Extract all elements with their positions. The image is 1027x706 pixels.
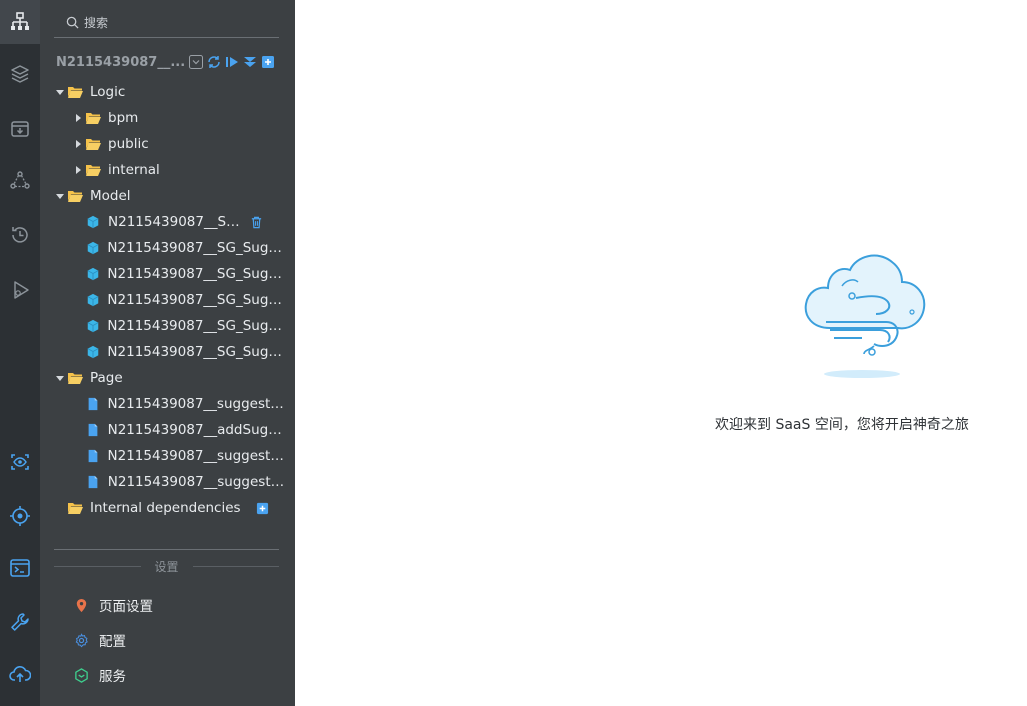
folder-open-icon [84,110,102,126]
play-icon[interactable] [224,54,240,70]
add-icon[interactable] [260,54,276,70]
tree-folder-model[interactable]: Model [54,184,131,208]
tree-label: internal [108,162,160,178]
location-pin-icon [76,598,87,612]
service-cube-icon [75,667,88,683]
tree-folder-internal-dependencies[interactable]: Internal dependencies [66,496,276,520]
setting-label: 服务 [99,669,126,685]
tree-item-model[interactable]: N2115439087__SG_Sugg... [84,236,284,260]
divider [54,549,279,550]
refresh-icon[interactable] [206,54,222,70]
tree-label: public [108,136,149,152]
setting-label: 页面设置 [99,599,153,615]
tree-label: N2115439087__SG_Sugg... [107,318,284,334]
tree-label: bpm [108,110,139,126]
tree-label: Logic [90,84,126,100]
caret-down-icon [54,192,66,200]
cube-icon [84,344,101,360]
tree-folder-bpm[interactable]: bpm [72,106,138,130]
tree-folder-internal[interactable]: internal [72,158,160,182]
debug-run-icon[interactable] [0,268,40,312]
settings-section-title: 设置 [54,556,280,576]
folder-open-icon [66,370,84,386]
archive-download-icon[interactable] [0,107,40,151]
dropdown-icon[interactable] [188,54,204,70]
cube-icon [84,292,101,308]
search-icon [66,16,79,29]
cube-icon [84,266,101,282]
tree-label: N2115439087__addSugges [107,422,288,438]
settings-title: 设置 [154,559,179,574]
welcome-message: 欢迎来到 SaaS 空间，您将开启神奇之旅 [715,417,969,433]
locate-icon[interactable] [0,494,40,538]
caret-right-icon [72,166,84,174]
folder-open-icon [84,162,102,178]
collapse-all-icon[interactable] [242,54,258,70]
setting-service[interactable]: 服务 [74,663,126,687]
tree-label: Model [90,188,131,204]
icon-rail [0,0,40,706]
tree-item-model[interactable]: N2115439087__SG_Sugg... [84,340,284,364]
project-header: N2115439087__... [56,52,278,72]
tree-label: N2115439087__SG_Sugg... [107,240,284,256]
tree-label: N2115439087__SG_Sugg... [107,266,284,282]
caret-down-icon [54,88,66,96]
tree-label: N2115439087__SG... [108,214,248,230]
gear-icon [75,632,88,647]
tree-label: N2115439087__SG_Sugg... [107,344,284,360]
cube-icon [84,214,102,230]
explorer-panel: N2115439087__... Logic bpm [40,0,337,706]
tree-folder-public[interactable]: public [72,132,149,156]
tree-item-page[interactable]: N2115439087__suggestH... [84,444,288,468]
project-name: N2115439087__... [56,54,184,70]
file-icon [84,448,102,464]
tree-label: N2115439087__suggestList [107,396,288,412]
file-icon [84,474,102,490]
tree-item-model[interactable]: N2115439087__SG_Sugg... [84,314,284,338]
folder-open-icon [66,188,84,204]
setting-page-settings[interactable]: 页面设置 [74,593,153,617]
tree-folder-logic[interactable]: Logic [54,80,125,104]
tree-item-model[interactable]: N2115439087__SG_Sugg... [84,288,284,312]
preview-eye-icon[interactable] [0,440,40,484]
add-icon[interactable] [254,500,270,516]
trash-icon[interactable] [248,214,264,230]
folder-open-icon [84,136,102,152]
tree-item-model[interactable]: N2115439087__SG... [84,210,284,234]
tree-item-page[interactable]: N2115439087__suggestList [84,392,288,416]
tree-item-page[interactable]: N2115439087__suggestT... [84,470,288,494]
file-icon [84,422,102,438]
layers-icon[interactable] [0,52,40,96]
setting-label: 配置 [99,634,126,650]
cloud-illustration [804,254,926,378]
wrench-icon[interactable] [0,600,40,644]
cube-icon [84,240,101,256]
tree-folder-page[interactable]: Page [54,366,123,390]
main-canvas: 欢迎来到 SaaS 空间，您将开启神奇之旅 [295,0,1027,706]
tree-item-page[interactable]: N2115439087__addSugges [84,418,288,442]
folder-open-icon [66,500,84,516]
tree-item-model[interactable]: N2115439087__SG_Sugg... [84,262,284,286]
folder-open-icon [66,84,84,100]
file-icon [84,396,101,412]
history-icon[interactable] [0,213,40,257]
search-input[interactable] [84,15,264,30]
search-box[interactable] [54,8,279,38]
terminal-icon[interactable] [0,546,40,590]
caret-down-icon [54,374,66,382]
tree-label: N2115439087__suggestT... [107,474,288,490]
caret-right-icon [72,140,84,148]
tree-label: Internal dependencies [90,500,241,516]
tree-label: N2115439087__suggestH... [107,448,289,464]
tree-label: N2115439087__SG_Sugg... [107,292,284,308]
network-icon[interactable] [0,159,40,203]
cloud-upload-icon[interactable] [0,652,40,696]
cube-icon [84,318,101,334]
setting-config[interactable]: 配置 [74,628,126,652]
caret-right-icon [72,114,84,122]
sitemap-icon[interactable] [0,0,40,44]
tree-label: Page [90,370,123,386]
